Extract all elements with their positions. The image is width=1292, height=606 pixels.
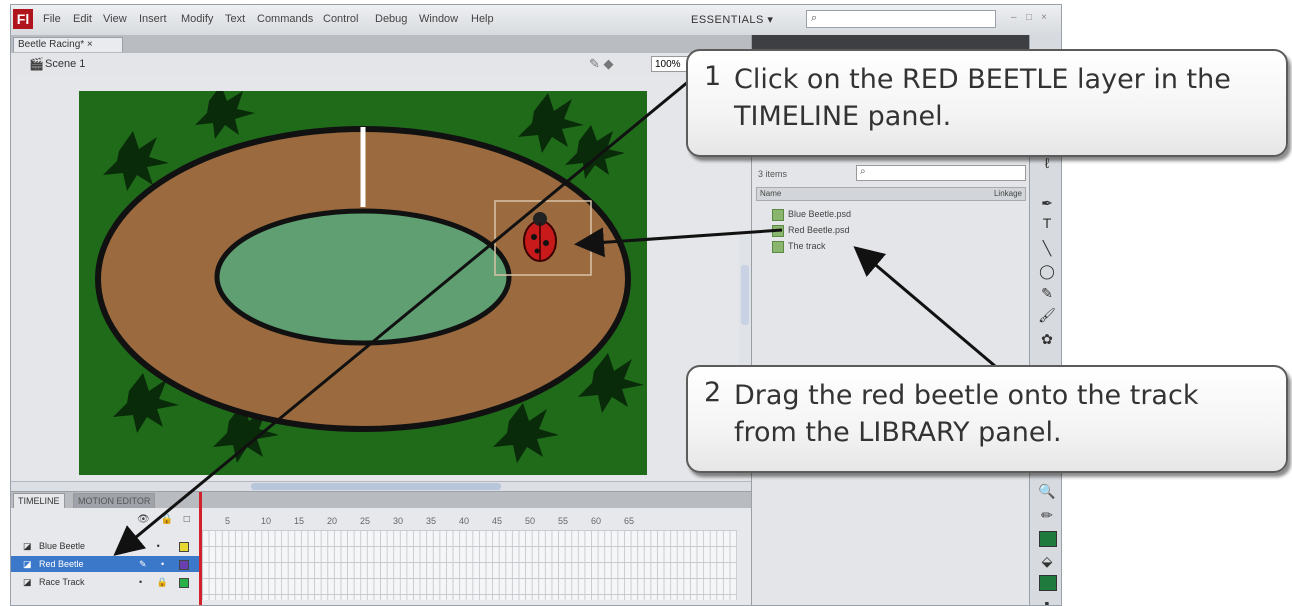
arrow-to-library-item — [853, 246, 996, 368]
arrow-to-red-beetle-layer — [113, 70, 701, 556]
step-instruction: Click on the RED BEETLE layer in the TIM… — [734, 64, 1231, 132]
step-instruction: Drag the red beetle onto the track from … — [734, 380, 1199, 448]
arrow-to-stage-beetle — [574, 227, 783, 258]
callout-step-2: 2 Drag the red beetle onto the track fro… — [686, 365, 1288, 473]
step-number: 1 — [704, 61, 722, 92]
step-number: 2 — [704, 377, 722, 408]
callout-step-1: 1 Click on the RED BEETLE layer in the T… — [686, 49, 1288, 157]
